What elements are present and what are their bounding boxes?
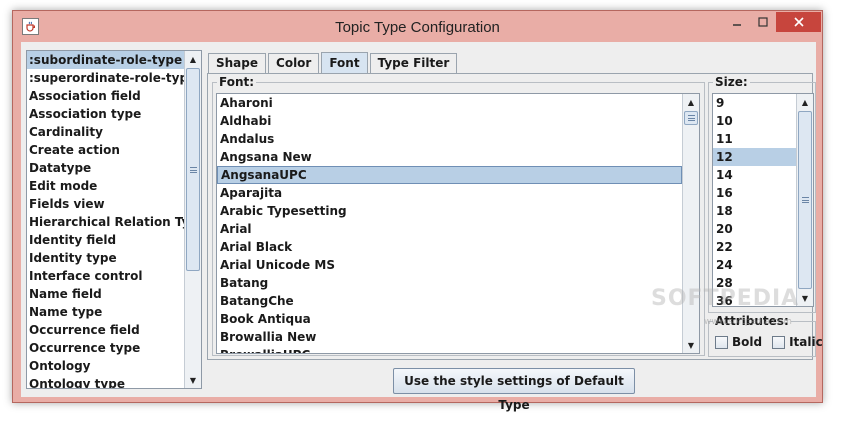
italic-checkbox[interactable]: Italic — [772, 335, 823, 349]
topic-type-item[interactable]: Ontology — [27, 357, 184, 375]
font-list[interactable]: Aharoni Aldhabi Andalus Angsana New AngsanaU… — [216, 93, 700, 354]
scroll-thumb[interactable] — [684, 111, 698, 125]
font-item[interactable]: Browallia New — [217, 328, 682, 346]
size-list-scrollbar[interactable]: ▲ ▼ — [796, 94, 813, 306]
scroll-thumb[interactable] — [798, 111, 812, 289]
topic-type-item[interactable]: Name type — [27, 303, 184, 321]
topic-type-item[interactable]: Cardinality — [27, 123, 184, 141]
scroll-down-arrow-icon[interactable]: ▼ — [797, 290, 813, 306]
topic-type-item[interactable]: :subordinate-role-type — [27, 51, 184, 69]
scroll-up-arrow-icon[interactable]: ▲ — [185, 51, 201, 67]
font-item[interactable]: AngsanaUPC — [217, 166, 682, 184]
size-item[interactable]: 18 — [713, 202, 797, 220]
main-window: Topic Type Configuration :subordinate-ro… — [12, 10, 823, 412]
italic-label: Italic — [789, 335, 823, 349]
topic-type-item[interactable]: Datatype — [27, 159, 184, 177]
font-item[interactable]: Arial Black — [217, 238, 682, 256]
topic-type-item[interactable]: Create action — [27, 141, 184, 159]
maximize-button[interactable] — [750, 12, 776, 32]
softpedia-watermark-url: www.softpedia.com — [704, 317, 792, 327]
size-items: 9 10 11 12 14 16 18 20 22 24 28 36 — [713, 94, 797, 306]
checkbox-icon — [715, 335, 728, 349]
font-item[interactable]: BrowalliaUPC — [217, 346, 682, 353]
topic-type-items: :subordinate-role-type:superordinate-rol… — [27, 51, 184, 388]
size-item[interactable]: 20 — [713, 220, 797, 238]
font-item[interactable]: Aharoni — [217, 94, 682, 112]
grip-icon — [801, 197, 809, 203]
tab-type-filter[interactable]: Type Filter — [369, 53, 458, 73]
topic-list-scrollbar[interactable]: ▲ ▼ — [184, 51, 201, 388]
scroll-down-arrow-icon[interactable]: ▼ — [185, 372, 201, 388]
size-item[interactable]: 24 — [713, 256, 797, 274]
scroll-down-arrow-icon[interactable]: ▼ — [683, 337, 699, 353]
size-item[interactable]: 12 — [713, 148, 797, 166]
size-list[interactable]: 9 10 11 12 14 16 18 20 22 24 28 36 ▲ ▼ — [712, 93, 814, 307]
font-item[interactable]: Arial Unicode MS — [217, 256, 682, 274]
font-item[interactable]: Arabic Typesetting — [217, 202, 682, 220]
use-default-style-button[interactable]: Use the style settings of Default Type — [393, 368, 635, 412]
font-group-label: Font: — [217, 75, 257, 89]
topic-type-item[interactable]: Hierarchical Relation Type — [27, 213, 184, 231]
topic-type-item[interactable]: Ontology type — [27, 375, 184, 388]
topic-type-item[interactable]: Edit mode — [27, 177, 184, 195]
topic-type-item[interactable]: Fields view — [27, 195, 184, 213]
bold-checkbox[interactable]: Bold — [715, 335, 762, 349]
topic-type-item[interactable]: Association field — [27, 87, 184, 105]
font-list-scrollbar[interactable]: ▲ ▼ — [682, 94, 699, 353]
tab-color[interactable]: Color — [268, 53, 320, 73]
dialog-content: :subordinate-role-type:superordinate-rol… — [21, 42, 823, 412]
font-group: Font: Aharoni Aldhabi Andalus Angsana New An… — [212, 75, 705, 356]
tab-font[interactable]: Font — [321, 52, 368, 73]
grip-icon — [189, 166, 197, 173]
topic-type-item[interactable]: Identity type — [27, 249, 184, 267]
tab-shape[interactable]: Shape — [208, 53, 267, 73]
size-item[interactable]: 22 — [713, 238, 797, 256]
minimize-button[interactable] — [724, 12, 750, 32]
font-item[interactable]: Andalus — [217, 130, 682, 148]
font-item[interactable]: BatangChe — [217, 292, 682, 310]
size-item[interactable]: 9 — [713, 94, 797, 112]
size-item[interactable]: 11 — [713, 130, 797, 148]
topic-type-item[interactable]: Identity field — [27, 231, 184, 249]
scroll-thumb[interactable] — [186, 68, 200, 271]
font-item[interactable]: Aparajita — [217, 184, 682, 202]
size-group: Size: 9 10 11 12 14 16 18 20 22 24 28 36 ▲ ▼ — [708, 75, 816, 313]
softpedia-watermark: SOFTPEDIA — [651, 286, 800, 311]
tab-bar: Shape Color Font Type Filter — [208, 52, 459, 74]
font-item[interactable]: Angsana New — [217, 148, 682, 166]
font-item[interactable]: Aldhabi — [217, 112, 682, 130]
maximize-icon — [758, 17, 768, 27]
scroll-up-arrow-icon[interactable]: ▲ — [683, 94, 699, 110]
font-item[interactable]: Arial — [217, 220, 682, 238]
font-item[interactable]: Batang — [217, 274, 682, 292]
close-button[interactable] — [776, 12, 821, 32]
size-item[interactable]: 14 — [713, 166, 797, 184]
topic-type-item[interactable]: Association type — [27, 105, 184, 123]
bold-label: Bold — [732, 335, 763, 349]
topic-type-item[interactable]: Name field — [27, 285, 184, 303]
size-item[interactable]: 16 — [713, 184, 797, 202]
font-item[interactable]: Book Antiqua — [217, 310, 682, 328]
topic-type-item[interactable]: Occurrence field — [27, 321, 184, 339]
topic-type-item[interactable]: :superordinate-role-type — [27, 69, 184, 87]
window-title: Topic Type Configuration — [335, 19, 500, 36]
topic-type-item[interactable]: Occurrence type — [27, 339, 184, 357]
topic-type-list[interactable]: :subordinate-role-type:superordinate-rol… — [26, 50, 202, 389]
grip-icon — [687, 115, 695, 121]
close-icon — [793, 17, 804, 27]
scroll-up-arrow-icon[interactable]: ▲ — [797, 94, 813, 110]
title-bar[interactable]: Topic Type Configuration — [13, 11, 822, 43]
size-group-label: Size: — [713, 75, 750, 89]
topic-type-item[interactable]: Interface control — [27, 267, 184, 285]
checkbox-icon — [772, 335, 786, 349]
size-item[interactable]: 10 — [713, 112, 797, 130]
minimize-icon — [733, 24, 741, 26]
font-items: Aharoni Aldhabi Andalus Angsana New AngsanaU… — [217, 94, 682, 353]
